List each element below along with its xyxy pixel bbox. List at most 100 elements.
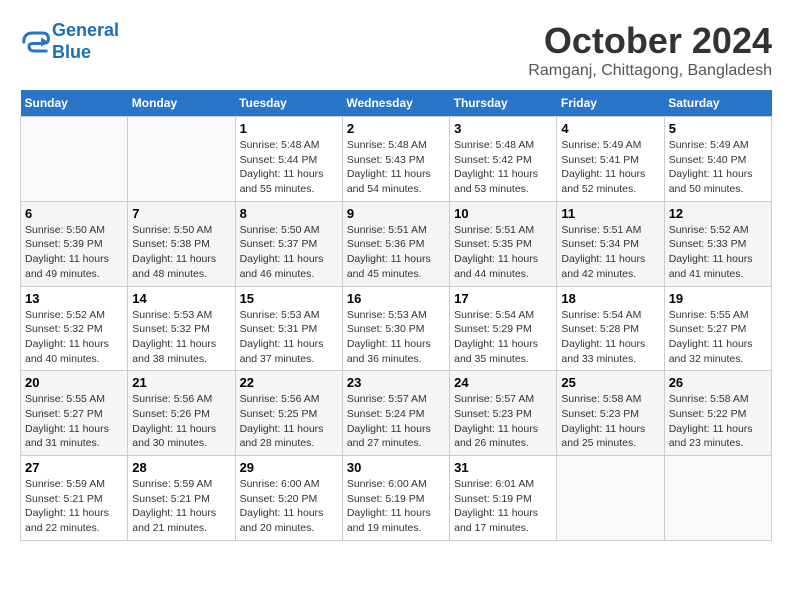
day-info: Sunrise: 5:59 AMSunset: 5:21 PMDaylight:… [132, 477, 230, 536]
day-number: 29 [240, 460, 338, 475]
day-info: Sunrise: 5:53 AMSunset: 5:30 PMDaylight:… [347, 308, 445, 367]
day-number: 20 [25, 375, 123, 390]
day-number: 13 [25, 291, 123, 306]
calendar-cell: 22 Sunrise: 5:56 AMSunset: 5:25 PMDayligh… [235, 371, 342, 456]
calendar-cell [664, 456, 771, 541]
day-info: Sunrise: 5:48 AMSunset: 5:42 PMDaylight:… [454, 138, 552, 197]
calendar-cell: 10 Sunrise: 5:51 AMSunset: 5:35 PMDayligh… [450, 201, 557, 286]
day-number: 15 [240, 291, 338, 306]
calendar-cell: 3Sunrise: 5:48 AMSunset: 5:42 PMDaylight… [450, 117, 557, 202]
calendar-cell: 19 Sunrise: 5:55 AMSunset: 5:27 PMDayligh… [664, 286, 771, 371]
week-row-3: 13 Sunrise: 5:52 AMSunset: 5:32 PMDayligh… [21, 286, 772, 371]
day-number: 26 [669, 375, 767, 390]
day-number: 18 [561, 291, 659, 306]
calendar-cell: 16Sunrise: 5:53 AMSunset: 5:30 PMDayligh… [342, 286, 449, 371]
calendar-cell: 13 Sunrise: 5:52 AMSunset: 5:32 PMDayligh… [21, 286, 128, 371]
logo: General Blue [20, 20, 119, 63]
day-info: Sunrise: 5:49 AMSunset: 5:40 PMDaylight:… [669, 138, 767, 197]
calendar-cell: 17Sunrise: 5:54 AMSunset: 5:29 PMDayligh… [450, 286, 557, 371]
logo-icon [20, 27, 50, 57]
calendar-cell: 1 Sunrise: 5:48 AMSunset: 5:44 PMDaylight… [235, 117, 342, 202]
week-row-4: 20 Sunrise: 5:55 AMSunset: 5:27 PMDayligh… [21, 371, 772, 456]
logo-line2: Blue [52, 42, 91, 62]
day-number: 31 [454, 460, 552, 475]
day-number: 30 [347, 460, 445, 475]
day-info: Sunrise: 5:52 AMSunset: 5:33 PMDaylight:… [669, 223, 767, 282]
day-info: Sunrise: 6:00 AMSunset: 5:20 PMDaylight:… [240, 477, 338, 536]
day-number: 5 [669, 121, 767, 136]
day-number: 10 [454, 206, 552, 221]
day-number: 6 [25, 206, 123, 221]
weekday-header-friday: Friday [557, 90, 664, 117]
calendar-cell: 6Sunrise: 5:50 AMSunset: 5:39 PMDaylight… [21, 201, 128, 286]
day-info: Sunrise: 6:01 AMSunset: 5:19 PMDaylight:… [454, 477, 552, 536]
day-info: Sunrise: 5:55 AMSunset: 5:27 PMDaylight:… [669, 308, 767, 367]
weekday-header-wednesday: Wednesday [342, 90, 449, 117]
calendar-cell: 27 Sunrise: 5:59 AMSunset: 5:21 PMDayligh… [21, 456, 128, 541]
calendar-cell: 25 Sunrise: 5:58 AMSunset: 5:23 PMDayligh… [557, 371, 664, 456]
calendar-cell: 7Sunrise: 5:50 AMSunset: 5:38 PMDaylight… [128, 201, 235, 286]
day-info: Sunrise: 5:54 AMSunset: 5:28 PMDaylight:… [561, 308, 659, 367]
calendar-cell [128, 117, 235, 202]
day-number: 19 [669, 291, 767, 306]
week-row-1: 1 Sunrise: 5:48 AMSunset: 5:44 PMDaylight… [21, 117, 772, 202]
day-number: 1 [240, 121, 338, 136]
week-row-5: 27 Sunrise: 5:59 AMSunset: 5:21 PMDayligh… [21, 456, 772, 541]
calendar-cell: 14 Sunrise: 5:53 AMSunset: 5:32 PMDayligh… [128, 286, 235, 371]
day-info: Sunrise: 5:52 AMSunset: 5:32 PMDaylight:… [25, 308, 123, 367]
weekday-header-thursday: Thursday [450, 90, 557, 117]
calendar-cell: 18 Sunrise: 5:54 AMSunset: 5:28 PMDayligh… [557, 286, 664, 371]
day-info: Sunrise: 5:51 AMSunset: 5:34 PMDaylight:… [561, 223, 659, 282]
day-info: Sunrise: 5:54 AMSunset: 5:29 PMDaylight:… [454, 308, 552, 367]
day-number: 25 [561, 375, 659, 390]
day-number: 4 [561, 121, 659, 136]
day-info: Sunrise: 5:53 AMSunset: 5:31 PMDaylight:… [240, 308, 338, 367]
calendar-cell: 20 Sunrise: 5:55 AMSunset: 5:27 PMDayligh… [21, 371, 128, 456]
day-number: 14 [132, 291, 230, 306]
day-info: Sunrise: 5:51 AMSunset: 5:35 PMDaylight:… [454, 223, 552, 282]
calendar-cell: 31 Sunrise: 6:01 AMSunset: 5:19 PMDayligh… [450, 456, 557, 541]
calendar-cell: 12Sunrise: 5:52 AMSunset: 5:33 PMDayligh… [664, 201, 771, 286]
weekday-header-sunday: Sunday [21, 90, 128, 117]
header: General Blue October 2024 Ramganj, Chitt… [20, 20, 772, 80]
day-info: Sunrise: 5:50 AMSunset: 5:37 PMDaylight:… [240, 223, 338, 282]
calendar-cell: 8 Sunrise: 5:50 AMSunset: 5:37 PMDaylight… [235, 201, 342, 286]
logo-line1: General [52, 20, 119, 40]
day-number: 28 [132, 460, 230, 475]
title-area: October 2024 Ramganj, Chittagong, Bangla… [528, 20, 772, 80]
day-info: Sunrise: 5:56 AMSunset: 5:26 PMDaylight:… [132, 392, 230, 451]
day-info: Sunrise: 5:48 AMSunset: 5:43 PMDaylight:… [347, 138, 445, 197]
day-number: 22 [240, 375, 338, 390]
day-info: Sunrise: 5:50 AMSunset: 5:38 PMDaylight:… [132, 223, 230, 282]
month-title: October 2024 [528, 20, 772, 62]
day-info: Sunrise: 5:48 AMSunset: 5:44 PMDaylight:… [240, 138, 338, 197]
weekday-header-row: SundayMondayTuesdayWednesdayThursdayFrid… [21, 90, 772, 117]
logo-text: General Blue [52, 20, 119, 63]
day-info: Sunrise: 5:58 AMSunset: 5:23 PMDaylight:… [561, 392, 659, 451]
day-info: Sunrise: 5:59 AMSunset: 5:21 PMDaylight:… [25, 477, 123, 536]
calendar-cell: 28 Sunrise: 5:59 AMSunset: 5:21 PMDayligh… [128, 456, 235, 541]
weekday-header-saturday: Saturday [664, 90, 771, 117]
day-info: Sunrise: 5:55 AMSunset: 5:27 PMDaylight:… [25, 392, 123, 451]
day-number: 8 [240, 206, 338, 221]
day-number: 23 [347, 375, 445, 390]
weekday-header-monday: Monday [128, 90, 235, 117]
calendar-cell: 15 Sunrise: 5:53 AMSunset: 5:31 PMDayligh… [235, 286, 342, 371]
calendar-cell: 11 Sunrise: 5:51 AMSunset: 5:34 PMDayligh… [557, 201, 664, 286]
calendar-cell: 4Sunrise: 5:49 AMSunset: 5:41 PMDaylight… [557, 117, 664, 202]
calendar-cell: 29 Sunrise: 6:00 AMSunset: 5:20 PMDayligh… [235, 456, 342, 541]
day-info: Sunrise: 5:56 AMSunset: 5:25 PMDaylight:… [240, 392, 338, 451]
day-info: Sunrise: 5:58 AMSunset: 5:22 PMDaylight:… [669, 392, 767, 451]
calendar-cell [557, 456, 664, 541]
calendar-cell: 30 Sunrise: 6:00 AMSunset: 5:19 PMDayligh… [342, 456, 449, 541]
day-number: 11 [561, 206, 659, 221]
day-number: 27 [25, 460, 123, 475]
week-row-2: 6Sunrise: 5:50 AMSunset: 5:39 PMDaylight… [21, 201, 772, 286]
day-info: Sunrise: 5:53 AMSunset: 5:32 PMDaylight:… [132, 308, 230, 367]
calendar-table: SundayMondayTuesdayWednesdayThursdayFrid… [20, 90, 772, 541]
day-info: Sunrise: 6:00 AMSunset: 5:19 PMDaylight:… [347, 477, 445, 536]
day-info: Sunrise: 5:57 AMSunset: 5:24 PMDaylight:… [347, 392, 445, 451]
day-number: 9 [347, 206, 445, 221]
calendar-cell [21, 117, 128, 202]
calendar-cell: 23 Sunrise: 5:57 AMSunset: 5:24 PMDayligh… [342, 371, 449, 456]
